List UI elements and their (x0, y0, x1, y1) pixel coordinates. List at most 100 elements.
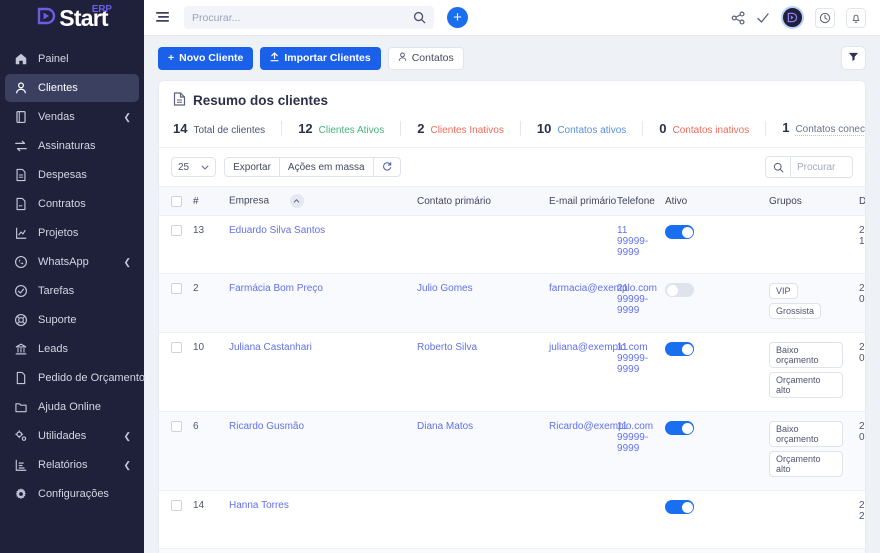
sidebar-item-contratos[interactable]: Contratos (5, 190, 139, 218)
active-toggle[interactable] (665, 342, 695, 356)
row-checkbox[interactable] (171, 283, 182, 294)
chevron-left-icon[interactable]: ❮ (123, 460, 131, 471)
group-tag[interactable]: Baixo orçamento (769, 342, 844, 368)
sidebar-item-despesas[interactable]: Despesas (5, 161, 139, 189)
contacts-button[interactable]: Contatos (387, 46, 464, 70)
row-email[interactable] (543, 215, 612, 274)
row-empresa[interactable]: Ricardo Gusmão (223, 411, 412, 491)
sidebar-item-ajuda-online[interactable]: Ajuda Online (5, 393, 139, 421)
table-row[interactable]: 2 Farmácia Bom Preço Julio Gomes farmacia@e… (159, 273, 865, 333)
row-email[interactable] (543, 490, 612, 549)
sidebar-item-clientes[interactable]: Clientes (5, 74, 139, 102)
page-size-select[interactable]: 25 (171, 157, 217, 177)
active-toggle[interactable] (665, 225, 695, 239)
share-icon[interactable] (731, 11, 745, 25)
sidebar-item-painel[interactable]: Painel (5, 45, 139, 73)
row-contato[interactable] (411, 215, 544, 274)
chevron-left-icon[interactable]: ❮ (123, 112, 131, 123)
select-all-checkbox[interactable] (171, 195, 182, 207)
table-row[interactable]: 12Thiago Silva 27/03/202415:46:39 (159, 548, 865, 553)
row-empresa[interactable]: Juliana Castanhari (223, 332, 412, 412)
stat-5: 1 Contatos conectados... (782, 120, 865, 136)
row-email[interactable]: farmacia@exemplo.com (543, 273, 657, 333)
sidebar-item-projetos[interactable]: Projetos (5, 219, 139, 247)
chevron-left-icon[interactable]: ❮ (123, 257, 131, 268)
active-toggle[interactable] (665, 283, 695, 297)
group-tag[interactable]: VIP (769, 283, 798, 299)
row-id: 10 (187, 332, 223, 412)
app-logo[interactable]: Start ERP (0, 0, 144, 36)
sidebar-item-configura-es[interactable]: Configurações (5, 480, 139, 508)
row-email[interactable]: Ricardo@exemplo.com (543, 411, 653, 491)
col-data[interactable]: Data Criada (853, 186, 865, 216)
row-empresa[interactable]: Farmácia Bom Preço (223, 273, 412, 333)
row-contato[interactable]: Julio Gomes (411, 273, 544, 333)
row-telefone[interactable]: 11 99999-9999 (611, 215, 660, 274)
row-checkbox[interactable] (171, 342, 182, 353)
row-empresa[interactable]: Hanna Torres (223, 490, 412, 549)
check-icon[interactable] (756, 11, 770, 25)
row-contato[interactable] (411, 548, 544, 553)
col-ativo[interactable]: Ativo (659, 186, 764, 216)
avatar[interactable] (781, 6, 804, 29)
table-row[interactable]: 10 Juliana Castanhari Roberto Silva juliana… (159, 332, 865, 412)
filter-button[interactable] (841, 46, 866, 70)
row-email[interactable]: juliana@exemplo.com (543, 332, 648, 412)
sort-asc-icon[interactable] (289, 194, 304, 208)
col-telefone[interactable]: Telefone (611, 186, 660, 216)
table-search-button[interactable] (765, 156, 791, 178)
search-icon[interactable] (413, 11, 426, 24)
row-telefone[interactable] (611, 548, 660, 553)
menu-toggle-icon[interactable] (154, 9, 172, 27)
sidebar-item-tarefas[interactable]: Tarefas (5, 277, 139, 305)
table-button-group: Exportar Ações em massa (224, 157, 401, 177)
table-row[interactable]: 6 Ricardo Gusmão Diana Matos Ricardo@exempl… (159, 411, 865, 491)
group-tag[interactable]: Grossista (769, 303, 822, 319)
row-contato[interactable]: Roberto Silva (411, 332, 544, 412)
sidebar-item-utilidades[interactable]: Utilidades ❮ (5, 422, 139, 450)
row-contato[interactable] (411, 490, 544, 549)
group-tag[interactable]: Baixo orçamento (769, 421, 844, 447)
row-empresa[interactable]: Eduardo Silva Santos (223, 215, 412, 274)
sidebar-item-assinaturas[interactable]: Assinaturas (5, 132, 139, 160)
sidebar-item-pedido-de-or-amento[interactable]: Pedido de Orçamento (5, 364, 145, 392)
import-clients-button[interactable]: Importar Clientes (260, 46, 381, 70)
sidebar-item-leads[interactable]: Leads (5, 335, 139, 363)
history-icon[interactable] (815, 7, 835, 28)
new-client-button[interactable]: + Novo Cliente (158, 46, 254, 70)
sidebar-item-relat-rios[interactable]: Relatórios ❮ (5, 451, 139, 479)
active-toggle[interactable] (665, 421, 695, 435)
group-tag[interactable]: Orçamento alto (769, 372, 844, 398)
col-grupos[interactable]: Grupos (763, 186, 854, 216)
table-head: # Empresa Contato primário E-mail primár… (159, 186, 865, 216)
sidebar-item-vendas[interactable]: Vendas ❮ (5, 103, 139, 131)
add-button[interactable]: + (447, 7, 468, 28)
global-search[interactable] (184, 6, 434, 29)
col-contato[interactable]: Contato primário (411, 186, 544, 216)
chevron-left-icon[interactable]: ❮ (123, 431, 131, 442)
table-search-input[interactable] (791, 156, 853, 178)
search-input[interactable] (192, 11, 413, 24)
sidebar-nav: Painel Clientes Vendas ❮ Assinaturas Despesas… (0, 44, 145, 509)
row-contato[interactable]: Diana Matos (411, 411, 544, 491)
group-tag[interactable]: Orçamento alto (769, 451, 844, 477)
col-empresa[interactable]: Empresa (223, 186, 412, 216)
export-button[interactable]: Exportar (224, 157, 280, 177)
row-checkbox[interactable] (171, 225, 182, 236)
sidebar-item-whatsapp[interactable]: WhatsApp ❮ (5, 248, 139, 276)
row-checkbox[interactable] (171, 421, 182, 432)
refresh-button[interactable] (372, 157, 401, 177)
row-empresa[interactable]: Thiago Silva (223, 548, 412, 553)
row-email[interactable] (543, 548, 612, 553)
col-email[interactable]: E-mail primário (543, 186, 616, 216)
sidebar-item-suporte[interactable]: Suporte (5, 306, 139, 334)
table-row[interactable]: 14Hanna Torres 27/03/202421:03:35 (159, 490, 865, 549)
chevron-down-icon (201, 162, 209, 173)
active-toggle[interactable] (665, 500, 695, 514)
bulk-actions-button[interactable]: Ações em massa (278, 157, 374, 177)
row-checkbox[interactable] (171, 500, 182, 511)
bell-icon[interactable] (846, 7, 866, 28)
row-telefone[interactable] (611, 490, 660, 549)
col-id[interactable]: # (187, 186, 223, 216)
table-row[interactable]: 13Eduardo Silva Santos 11 99999-9999 27/03… (159, 215, 865, 274)
